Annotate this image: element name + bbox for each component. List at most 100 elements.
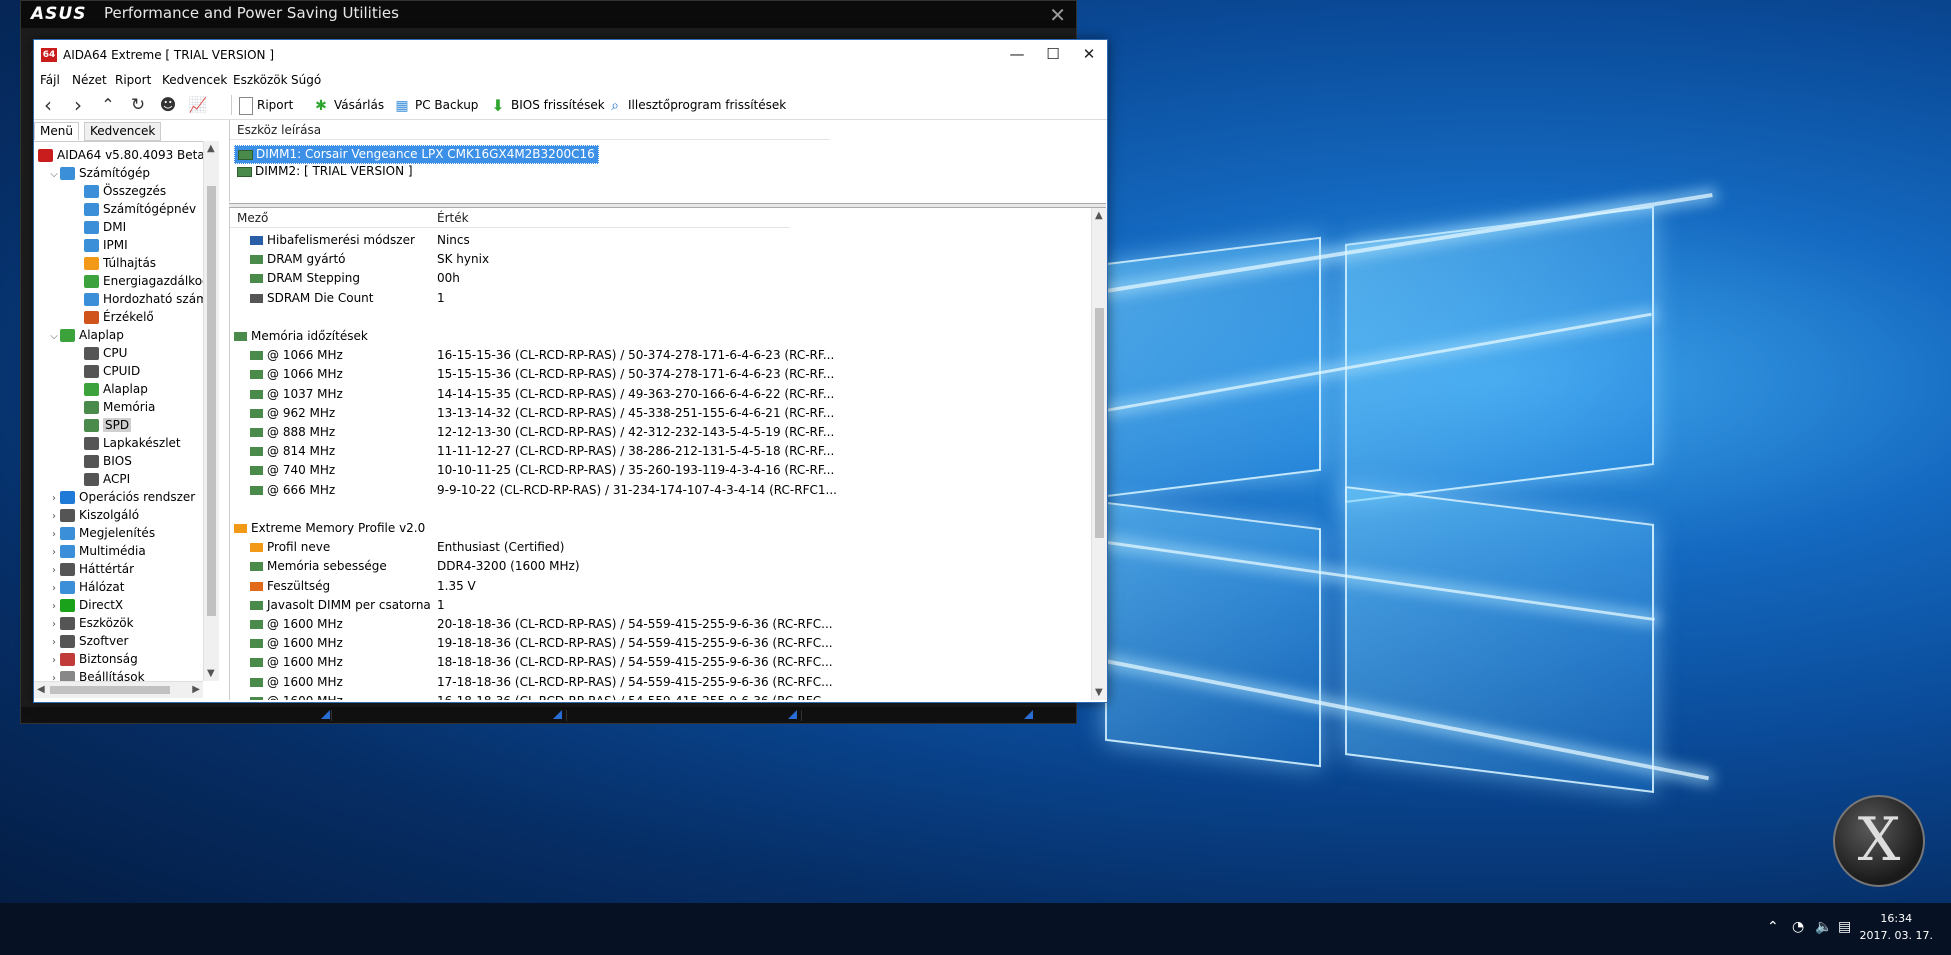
scroll-down-icon[interactable]: ▼	[1095, 687, 1103, 698]
tree-node[interactable]: CPUID	[72, 362, 140, 380]
property-icon	[250, 428, 263, 437]
expand-toggle-icon[interactable]: ⌵	[48, 328, 60, 346]
tab-favorites[interactable]: Kedvencek	[84, 122, 162, 141]
tree-node[interactable]: CPU	[72, 344, 127, 362]
device-item-dimm2[interactable]: DIMM2: [ TRIAL VERSION ]	[237, 163, 413, 180]
tree-node[interactable]: › Háttértár	[48, 560, 134, 578]
tree-node[interactable]: › Eszközök	[48, 614, 134, 632]
tree-node[interactable]: › Biztonság	[48, 650, 138, 668]
tree-node[interactable]: › Szoftver	[48, 632, 128, 650]
overlay-x-badge[interactable]: X	[1833, 795, 1925, 887]
menu-tools[interactable]: Eszközök	[233, 73, 288, 87]
title-bar[interactable]: 64 AIDA64 Extreme [ TRIAL VERSION ] — ☐ …	[34, 40, 1107, 70]
tree-hscroll-thumb[interactable]	[50, 686, 170, 694]
asus-bottom-bar	[21, 707, 1076, 723]
chevron-up-icon[interactable]: ⌃	[1767, 919, 1779, 935]
tree-node[interactable]: ⌵ Számítógép	[48, 164, 150, 182]
tree-horizontal-scrollbar[interactable]: ◀ ▶	[34, 681, 203, 698]
tree-node-label: Alaplap	[79, 328, 124, 342]
menu-view[interactable]: Nézet	[72, 73, 107, 87]
value-column-header[interactable]: Érték	[437, 211, 469, 225]
property-icon	[250, 389, 263, 399]
tree-scroll-thumb[interactable]	[207, 186, 216, 616]
property-field-cell: @ 1600 MHz	[250, 673, 343, 692]
tree-node[interactable]: › Hálózat	[48, 578, 124, 596]
tree-node[interactable]: DMI	[72, 218, 126, 236]
tree-node[interactable]: Hordozható számító	[72, 290, 219, 308]
tree-node-label: IPMI	[103, 238, 128, 252]
tree-node-label: AIDA64 v5.80.4093 Beta	[57, 148, 205, 162]
scroll-up-icon[interactable]: ▲	[1095, 210, 1103, 221]
report-button[interactable]: Riport	[239, 95, 293, 115]
property-field-cell: DRAM gyártó	[250, 250, 346, 269]
resize-grip-icon[interactable]	[321, 710, 330, 719]
tree-node[interactable]: ACPI	[72, 470, 130, 488]
scroll-up-icon[interactable]: ▲	[207, 143, 215, 154]
resize-grip-icon[interactable]	[553, 710, 562, 719]
scroll-right-icon[interactable]: ▶	[192, 684, 200, 695]
tree-node-label: DMI	[103, 220, 127, 234]
tree-node[interactable]: › Kiszolgáló	[48, 506, 139, 524]
tree-node[interactable]: Számítógépnév	[72, 200, 196, 218]
scroll-down-icon[interactable]: ▼	[207, 668, 215, 679]
tree-node[interactable]: BIOS	[72, 452, 132, 470]
menu-report[interactable]: Riport	[115, 73, 151, 87]
driver-updates-button[interactable]: ⌕ Illesztőprogram frissítések	[606, 95, 786, 115]
asus-close-button[interactable]: ✕	[1049, 3, 1066, 27]
tree-node[interactable]: Lapkakészlet	[72, 434, 181, 452]
volume-icon[interactable]: 🔈	[1815, 919, 1832, 935]
tree-vertical-scrollbar[interactable]: ▲ ▼	[203, 141, 219, 681]
tree-node[interactable]: AIDA64 v5.80.4093 Beta	[38, 146, 205, 164]
tree-node[interactable]: › Megjelenítés	[48, 524, 155, 542]
tree-node-label: Kiszolgáló	[79, 508, 140, 522]
system-clock[interactable]: 16:34 2017. 03. 17.	[1860, 910, 1933, 944]
user-icon[interactable]: ☻	[158, 95, 178, 115]
field-column-header[interactable]: Mező	[237, 211, 268, 225]
expand-toggle-icon[interactable]: ⌵	[48, 166, 60, 184]
property-scroll-thumb[interactable]	[1095, 308, 1104, 538]
clock-time: 16:34	[1880, 912, 1913, 925]
tree-node[interactable]: › Beállítások	[48, 668, 145, 682]
notification-icon[interactable]: ▤	[1838, 919, 1851, 935]
property-value: Nincs	[437, 233, 470, 247]
tree-node[interactable]: Energiagazdálkodás	[72, 272, 219, 290]
tree-node[interactable]: Alaplap	[72, 380, 148, 398]
minimize-button[interactable]: —	[1003, 44, 1031, 64]
tree-node[interactable]: SPD	[72, 416, 132, 434]
tree-node[interactable]: › Operációs rendszer	[48, 488, 195, 506]
tree-node[interactable]: Memória	[72, 398, 155, 416]
maximize-button[interactable]: ☐	[1039, 44, 1067, 64]
tree-node[interactable]: ⌵ Alaplap	[48, 326, 124, 344]
property-vertical-scrollbar[interactable]: ▲ ▼	[1091, 208, 1107, 700]
device-column-header[interactable]: Eszköz leírása	[237, 123, 321, 137]
property-icon	[250, 255, 263, 265]
menu-help[interactable]: Súgó	[291, 73, 321, 87]
menu-file[interactable]: Fájl	[40, 73, 60, 87]
property-value: SK hynix	[437, 252, 490, 267]
tree-node[interactable]: › DirectX	[48, 596, 123, 614]
close-button[interactable]: ✕	[1075, 44, 1103, 64]
chart-icon[interactable]: 📈	[188, 95, 208, 115]
windows-logo	[1105, 205, 1665, 795]
back-icon[interactable]: ‹	[38, 95, 58, 115]
wifi-icon[interactable]: ◔	[1792, 919, 1804, 935]
tree-node[interactable]: Túlhajtás	[72, 254, 156, 272]
menu-favorites[interactable]: Kedvencek	[162, 73, 227, 87]
resize-grip-icon[interactable]	[1024, 710, 1033, 719]
refresh-icon[interactable]: ↻	[128, 95, 148, 115]
tree-node[interactable]: Összegzés	[72, 182, 166, 200]
pc-backup-button[interactable]: ▦ PC Backup	[393, 95, 478, 115]
property-field: Hibafelismerési módszer	[267, 233, 415, 247]
tab-menu[interactable]: Menü	[34, 122, 79, 140]
tree-node[interactable]: › Multimédia	[48, 542, 146, 560]
tree-node[interactable]: Érzékelő	[72, 308, 154, 326]
tree-node-label: Operációs rendszer	[79, 490, 196, 504]
scroll-left-icon[interactable]: ◀	[37, 684, 45, 695]
bios-updates-button[interactable]: ⬇ BIOS frissítések	[489, 95, 604, 115]
up-icon[interactable]: ⌃	[98, 95, 118, 115]
tree-node[interactable]: IPMI	[72, 236, 128, 254]
purchase-button[interactable]: ✱ Vásárlás	[312, 95, 384, 115]
resize-grip-icon[interactable]	[788, 710, 797, 719]
device-item-dimm1[interactable]: DIMM1: Corsair Vengeance LPX CMK16GX4M2B…	[234, 145, 599, 164]
forward-icon[interactable]: ›	[68, 95, 88, 115]
